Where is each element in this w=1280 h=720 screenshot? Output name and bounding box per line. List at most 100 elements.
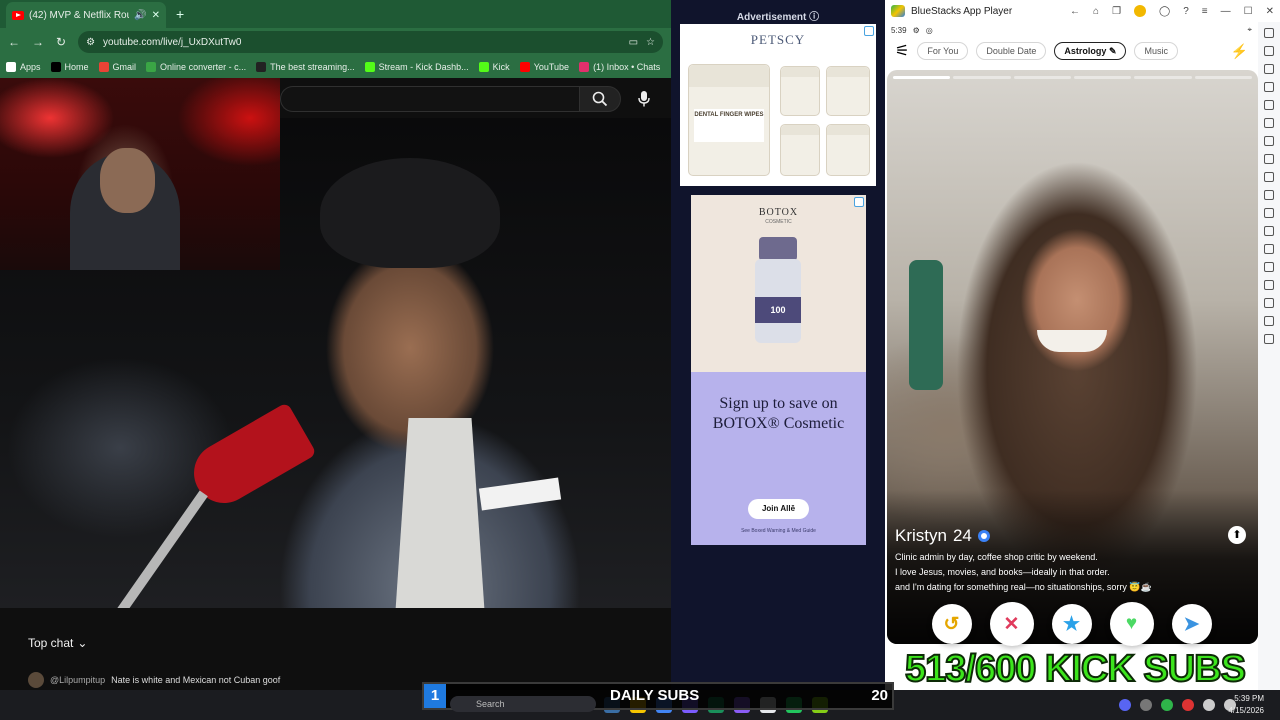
sidebar-tool-icon[interactable]	[1264, 46, 1274, 56]
sidebar-tool-icon[interactable]	[1264, 136, 1274, 146]
expand-profile-icon[interactable]: ⬆	[1228, 526, 1246, 544]
settings-gear-icon: ⚙	[912, 25, 920, 35]
reload-icon[interactable]: ↻	[56, 35, 66, 49]
product-jar	[826, 124, 870, 176]
adchoices-icon[interactable]	[854, 197, 864, 207]
bookmark-icon	[519, 62, 530, 72]
maximize-icon[interactable]: ☐	[1244, 6, 1253, 17]
boost-button[interactable]: ➤	[1171, 604, 1212, 644]
sidebar-tool-icon[interactable]	[1264, 334, 1274, 344]
bookmark-item[interactable]: Kick	[478, 62, 510, 72]
tab-title: (42) MVP & Netflix Rousey	[29, 9, 129, 21]
chip-for-you[interactable]: For You	[917, 42, 969, 60]
minimize-icon[interactable]: —	[1221, 6, 1231, 17]
tray-icon[interactable]	[1161, 699, 1173, 711]
avatar	[28, 672, 44, 688]
address-bar[interactable]: ⚙ youtube.com/live/j_UxDXutTw0 ▭ ☆	[78, 31, 663, 53]
bookmark-item[interactable]: (1) Inbox • Chats	[579, 62, 660, 72]
sidebar-tool-icon[interactable]	[1264, 190, 1274, 200]
chat-username: @Lilpumpitup	[50, 675, 106, 685]
site-info-icon[interactable]: ⚙	[86, 37, 95, 48]
sidebar-tool-icon[interactable]	[1264, 172, 1274, 182]
close-tab-icon[interactable]: ✕	[152, 10, 160, 21]
bookmark-icon	[50, 62, 61, 72]
bookmark-item[interactable]: Apps	[6, 62, 41, 72]
new-tab-button[interactable]: +	[176, 6, 184, 22]
back-icon[interactable]: ←	[1070, 6, 1080, 17]
location-icon: ⌖	[1247, 25, 1252, 34]
forward-icon[interactable]: →	[32, 35, 44, 49]
profile-card[interactable]: Kristyn 24 ⬆ Clinic admin by day, coffee…	[887, 70, 1258, 644]
sidebar-tool-icon[interactable]	[1264, 82, 1274, 92]
sidebar-tool-icon[interactable]	[1264, 226, 1274, 236]
boost-bolt-icon[interactable]: ⚡	[1231, 43, 1248, 60]
sidebar-tool-icon[interactable]	[1264, 316, 1274, 326]
bookmark-item[interactable]: Stream - Kick Dashb...	[364, 62, 469, 72]
filter-chips: ⚟ For You Double Date Astrology ✎ Music …	[885, 38, 1258, 64]
bookmark-item[interactable]: The best streaming...	[256, 62, 355, 72]
wifi-icon[interactable]	[1203, 699, 1215, 711]
join-alle-button[interactable]: Join Allē	[748, 499, 809, 519]
sidebar-tool-icon[interactable]	[1264, 100, 1274, 110]
youtube-search-input[interactable]	[280, 86, 580, 112]
sidebar-tool-icon[interactable]	[1264, 154, 1274, 164]
bookmark-label: Stream - Kick Dashb...	[378, 62, 469, 72]
rewind-button[interactable]: ↺	[931, 604, 972, 644]
bookmark-star-icon[interactable]: ☆	[646, 37, 655, 48]
bookmark-item[interactable]: YouTube	[519, 62, 570, 72]
chip-astrology[interactable]: Astrology ✎	[1054, 42, 1127, 60]
sidebar-tool-icon[interactable]	[1264, 64, 1274, 74]
sidebar-tool-icon[interactable]	[1264, 118, 1274, 128]
help-icon[interactable]: ?	[1183, 6, 1189, 17]
multi-instance-icon[interactable]: ❐	[1112, 6, 1121, 17]
home-icon[interactable]: ⌂	[1093, 6, 1099, 17]
bookmark-label: The best streaming...	[270, 62, 355, 72]
browser-tab[interactable]: (42) MVP & Netflix Rousey 🔊 ✕	[6, 2, 166, 28]
webcam-overlay	[0, 78, 280, 270]
back-icon[interactable]: ←	[8, 35, 20, 49]
speaker-icon[interactable]: 🔊	[134, 10, 146, 21]
coin-icon[interactable]	[1134, 5, 1147, 17]
account-icon[interactable]: ◯	[1159, 6, 1170, 17]
ad-fine-print[interactable]: See Boxed Warning & Med Guide	[691, 528, 866, 535]
sidebar-tool-icon[interactable]	[1264, 298, 1274, 308]
bookmark-icon	[579, 62, 590, 72]
sidebar-tool-icon[interactable]	[1264, 208, 1274, 218]
sidebar-tool-icon[interactable]	[1264, 262, 1274, 272]
discord-icon[interactable]	[1119, 699, 1131, 711]
bookmark-label: YouTube	[533, 62, 570, 72]
petscy-ad[interactable]: PETSCY DENTAL FINGER WIPES	[680, 24, 876, 186]
super-like-button[interactable]: ★	[1051, 604, 1092, 644]
search-icon[interactable]	[579, 86, 621, 112]
youtube-page: Top chat ⌄ @Lilpumpitup Nate is white an…	[0, 78, 671, 690]
menu-icon[interactable]: ≡	[1202, 6, 1208, 17]
chip-music[interactable]: Music	[1134, 42, 1178, 60]
cast-icon[interactable]: ▭	[629, 37, 638, 48]
bookmark-item[interactable]: Home	[50, 62, 89, 72]
tray-icon[interactable]	[1140, 699, 1152, 711]
close-icon[interactable]: ✕	[1266, 6, 1274, 17]
ad-brand-sub: COSMETIC	[765, 219, 792, 225]
ad-panel: Sign up to save on BOTOX® Cosmetic Join …	[691, 372, 866, 545]
sidebar-tool-icon[interactable]	[1264, 280, 1274, 290]
chevron-down-icon: ⌄	[77, 636, 88, 650]
daily-subs-label: DAILY SUBS	[610, 687, 700, 704]
bookmark-item[interactable]: Online converter - c...	[146, 62, 246, 72]
taskbar-search-input[interactable]: Search	[450, 696, 596, 712]
youtube-icon	[12, 10, 24, 20]
chip-double-date[interactable]: Double Date	[976, 42, 1047, 60]
bookmark-item[interactable]: Gmail	[98, 62, 137, 72]
taskbar-clock[interactable]: 5:39 PM 4/15/2026	[1228, 693, 1264, 717]
nope-button[interactable]: ✕	[989, 602, 1034, 646]
like-button[interactable]: ♥	[1109, 602, 1154, 646]
sidebar-tool-icon[interactable]	[1264, 244, 1274, 254]
sidebar-tool-icon[interactable]	[1264, 28, 1274, 38]
top-chat-dropdown[interactable]: Top chat ⌄	[28, 636, 87, 650]
tray-icon[interactable]	[1182, 699, 1194, 711]
botox-ad[interactable]: BOTOX COSMETIC 100 Sign up to save on BO…	[691, 195, 866, 545]
ads-column: Advertisement ⓘ PETSCY DENTAL FINGER WIP…	[671, 0, 885, 690]
browser-toolbar: ← → ↻ ⚙ youtube.com/live/j_UxDXutTw0 ▭ ☆	[0, 28, 671, 56]
bookmark-label: Gmail	[112, 62, 137, 72]
filter-settings-icon[interactable]: ⚟	[895, 41, 909, 61]
microphone-icon[interactable]	[632, 88, 656, 110]
